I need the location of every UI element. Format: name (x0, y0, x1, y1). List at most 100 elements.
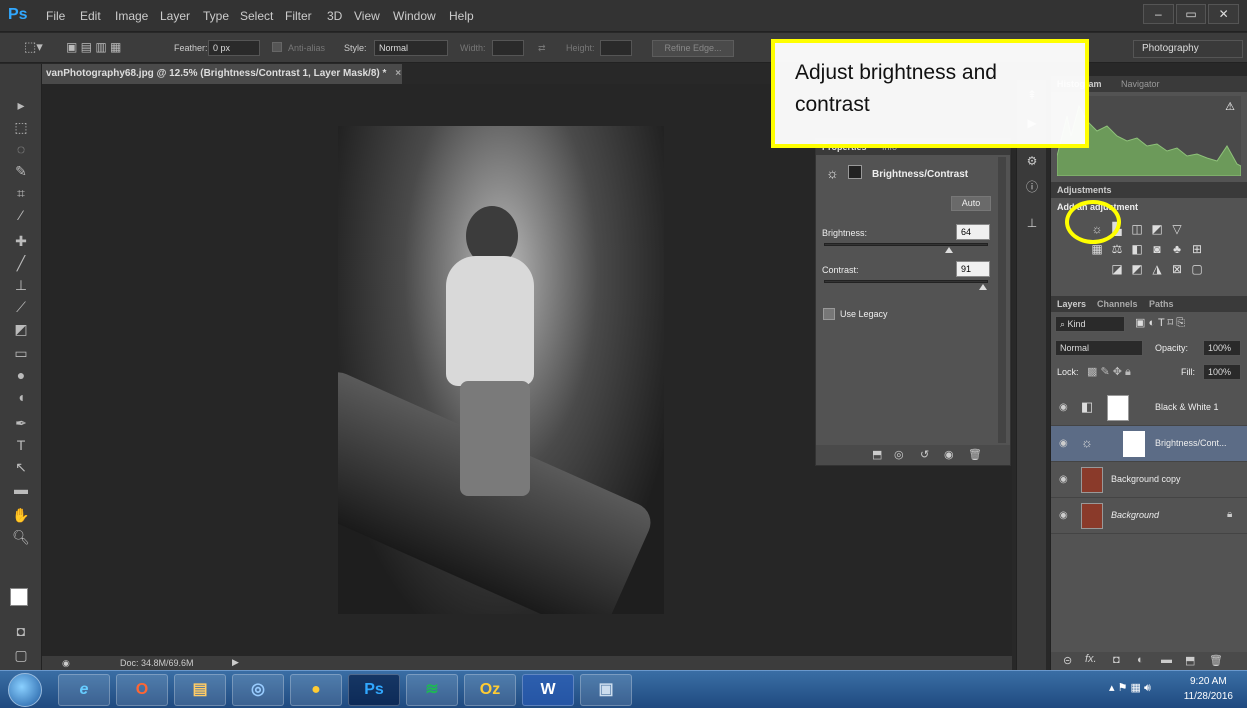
clip-to-layer-icon[interactable]: ⬒ (872, 448, 882, 461)
gradient-tool-icon[interactable]: ▭ (10, 342, 32, 364)
tab-paths[interactable]: Paths (1149, 299, 1174, 309)
hand-tool-icon[interactable]: ✋ (10, 504, 32, 526)
outlook-icon[interactable]: Oz (464, 674, 516, 706)
photoshop-taskbar-icon[interactable]: Ps (348, 674, 400, 706)
eye-icon[interactable]: ◉ (1059, 474, 1068, 485)
status-menu-icon[interactable]: ▶ (232, 657, 239, 668)
refine-edge-button[interactable]: Refine Edge... (652, 40, 734, 57)
minimize-button[interactable]: – (1143, 4, 1174, 24)
threshold-icon[interactable]: ◮ (1149, 262, 1165, 276)
invert-icon[interactable]: ◪ (1109, 262, 1125, 276)
close-button[interactable]: ✕ (1208, 4, 1240, 24)
quick-select-tool-icon[interactable]: ✎ (10, 160, 32, 182)
lasso-tool-icon[interactable]: ◌ (10, 138, 32, 160)
feather-input[interactable]: 0 px (208, 40, 260, 56)
layer-mask-thumbnail[interactable] (1107, 395, 1129, 421)
height-input[interactable] (600, 40, 632, 56)
posterize-icon[interactable]: ◩ (1129, 262, 1145, 276)
add-mask-icon[interactable]: ◘ (1113, 654, 1120, 666)
blur-tool-icon[interactable]: ● (10, 364, 32, 386)
brightness-slider-knob[interactable] (944, 247, 953, 253)
contrast-slider-knob[interactable] (979, 284, 988, 290)
foreground-color-swatch[interactable] (10, 588, 28, 606)
menu-3d[interactable]: 3D (327, 9, 342, 23)
contrast-input[interactable]: 91 (956, 261, 990, 277)
quick-mask-icon[interactable]: ◘ (10, 620, 32, 642)
menu-edit[interactable]: Edit (80, 9, 101, 23)
new-layer-icon[interactable]: ⬒ (1185, 654, 1195, 667)
menu-file[interactable]: File (46, 9, 65, 23)
fill-input[interactable]: 100% (1203, 364, 1241, 380)
brightness-slider[interactable] (824, 243, 988, 246)
auto-button[interactable]: Auto (951, 196, 991, 211)
healing-tool-icon[interactable]: ✚ (10, 230, 32, 252)
layer-name[interactable]: Background (1111, 510, 1159, 520)
color-lookup-icon[interactable]: ⊞ (1189, 242, 1205, 256)
path-select-tool-icon[interactable]: ↖ (10, 456, 32, 478)
layer-row[interactable]: ◉ ◧ Black & White 1 (1051, 390, 1247, 426)
type-tool-icon[interactable]: T (10, 434, 32, 456)
menu-image[interactable]: Image (115, 9, 148, 23)
view-previous-icon[interactable]: ◎ (894, 448, 904, 461)
tab-navigator[interactable]: Navigator (1121, 79, 1160, 89)
brush-tool-icon[interactable]: ╱ (10, 252, 32, 274)
system-tray-icons[interactable]: ▴ ⚑ ▦ 🔊︎ (1109, 681, 1151, 695)
channel-mixer-icon[interactable]: ♣ (1169, 242, 1185, 256)
layer-row[interactable]: ◉ Background 🔒︎ (1051, 498, 1247, 534)
internet-explorer-icon[interactable]: e (58, 674, 110, 706)
warning-icon[interactable]: ⚠ (1225, 100, 1235, 113)
close-tab-icon[interactable]: × (395, 68, 401, 79)
layer-thumbnail[interactable] (1081, 503, 1103, 529)
link-layers-icon[interactable]: ⊝ (1063, 654, 1072, 667)
lock-icons[interactable]: ▩ ✎ ✥ 🔒︎ (1087, 365, 1131, 379)
layer-comps-icon[interactable]: ⊥ (1023, 214, 1041, 232)
chrome-icon[interactable]: ● (290, 674, 342, 706)
spotify-icon[interactable]: ≋ (406, 674, 458, 706)
properties-icon[interactable]: ⚙ (1023, 152, 1041, 170)
delete-adjustment-icon[interactable]: 🗑︎ (968, 448, 982, 461)
layer-name[interactable]: Black & White 1 (1155, 402, 1219, 412)
clock[interactable]: 9:20 AM 11/28/2016 (1184, 674, 1233, 704)
menu-select[interactable]: Select (240, 9, 273, 23)
workspace-select[interactable]: Photography (1133, 40, 1243, 58)
color-balance-icon[interactable]: ⚖ (1109, 242, 1125, 256)
filter-type-icons[interactable]: ▣ ◐ T ⌑ ⎘ (1135, 316, 1185, 330)
layer-mask-thumbnail[interactable] (1123, 431, 1145, 457)
swap-icon[interactable]: ⇄ (538, 43, 546, 54)
layer-kind-filter[interactable]: ⌕ Kind (1055, 316, 1125, 332)
layer-mask-icon[interactable] (848, 165, 862, 179)
eye-icon[interactable]: ◉ (1059, 402, 1068, 413)
marquee-tool-icon[interactable]: ⬚ (10, 116, 32, 138)
eye-icon[interactable]: ◉ (1059, 510, 1068, 521)
stamp-tool-icon[interactable]: ⊥ (10, 274, 32, 296)
curves-icon[interactable]: ◫ (1129, 222, 1145, 236)
eyedropper-tool-icon[interactable]: ⁄ (10, 204, 32, 226)
delete-layer-icon[interactable]: 🗑︎ (1209, 654, 1223, 667)
opacity-input[interactable]: 100% (1203, 340, 1241, 356)
layer-row[interactable]: ◉ Background copy (1051, 462, 1247, 498)
tab-adjustments[interactable]: Adjustments (1057, 185, 1112, 195)
eraser-tool-icon[interactable]: ◩ (10, 318, 32, 340)
shape-tool-icon[interactable]: ▬ (10, 478, 32, 500)
menu-filter[interactable]: Filter (285, 9, 312, 23)
photo-viewer-icon[interactable]: ▣ (580, 674, 632, 706)
tab-channels[interactable]: Channels (1097, 299, 1138, 309)
antialias-checkbox[interactable] (272, 42, 282, 52)
use-legacy-checkbox[interactable] (823, 308, 835, 320)
blend-mode-select[interactable]: Normal (1055, 340, 1143, 356)
document-tab[interactable]: vanPhotography68.jpg @ 12.5% (Brightness… (42, 64, 402, 84)
crop-tool-icon[interactable]: ⌗ (10, 182, 32, 204)
reset-icon[interactable]: ↺ (920, 448, 929, 461)
layer-row-selected[interactable]: ◉ ☼ Brightness/Cont... (1051, 426, 1247, 462)
new-adjustment-icon[interactable]: ◐ (1137, 654, 1144, 666)
dodge-tool-icon[interactable]: ◖ (10, 386, 32, 408)
history-brush-tool-icon[interactable]: ⟋ (10, 296, 32, 318)
layer-name[interactable]: Brightness/Cont... (1155, 438, 1227, 448)
layer-thumbnail[interactable] (1081, 467, 1103, 493)
eye-icon[interactable]: ◉ (1059, 438, 1068, 449)
file-explorer-icon[interactable]: ▤ (174, 674, 226, 706)
style-select[interactable]: Normal (374, 40, 448, 56)
menu-help[interactable]: Help (449, 9, 474, 23)
menu-type[interactable]: Type (203, 9, 229, 23)
vibrance-icon[interactable]: ▽ (1169, 222, 1185, 236)
